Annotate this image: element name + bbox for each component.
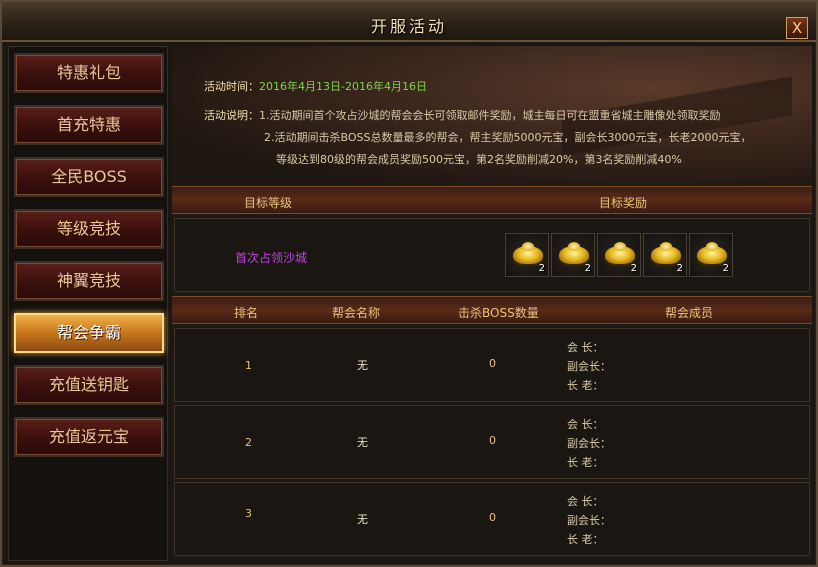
col-guild-members: 帮会成员 bbox=[665, 306, 714, 320]
col-guild-name: 帮会名称 bbox=[332, 306, 381, 320]
title-bar[interactable]: 开服活动 X bbox=[2, 2, 816, 42]
kill-count: 0 bbox=[489, 434, 496, 447]
reward-table-header: 目标等级 目标奖励 bbox=[172, 186, 812, 214]
guild-name: 无 bbox=[357, 513, 368, 526]
reward-slot[interactable]: 2 bbox=[551, 233, 595, 277]
gold-ingot-icon bbox=[559, 242, 589, 264]
rank-number: 2 bbox=[245, 436, 252, 449]
desc-line-1: 1.活动期间首个攻占沙城的帮会会长可领取邮件奖励，城主每日可在盟重省城主雕像处领… bbox=[259, 109, 721, 122]
event-banner: 活动时间：2016年4月13日-2016年4月16日 活动说明：1.活动期间首个… bbox=[172, 46, 812, 186]
col-target-reward: 目标奖励 bbox=[599, 196, 648, 210]
sidebar-item-world-boss[interactable]: 全民BOSS bbox=[14, 157, 164, 197]
table-row: 2 无 0 会 长： 副会长： 长 老： bbox=[174, 405, 810, 479]
time-value: 2016年4月13日-2016年4月16日 bbox=[259, 80, 427, 93]
gold-ingot-icon bbox=[697, 242, 727, 264]
sidebar-item-first-recharge[interactable]: 首充特惠 bbox=[14, 105, 164, 145]
gold-ingot-icon bbox=[605, 242, 635, 264]
rank-number: 1 bbox=[245, 359, 252, 372]
sidebar-item-level-contest[interactable]: 等级竞技 bbox=[14, 209, 164, 249]
col-boss-kills: 击杀BOSS数量 bbox=[458, 306, 539, 320]
rank-table-header: 排名 帮会名称 击杀BOSS数量 帮会成员 bbox=[172, 296, 812, 324]
time-row: 活动时间：2016年4月13日-2016年4月16日 bbox=[204, 78, 427, 94]
sidebar-item-recharge-ingots[interactable]: 充值返元宝 bbox=[14, 417, 164, 457]
reward-target-label: 首次占领沙城 bbox=[235, 251, 308, 265]
member-vice: 副会长： bbox=[567, 437, 611, 450]
member-vice: 副会长： bbox=[567, 360, 611, 373]
item-count: 2 bbox=[630, 263, 637, 274]
member-leader: 会 长： bbox=[567, 341, 604, 354]
reward-slot[interactable]: 2 bbox=[643, 233, 687, 277]
close-button[interactable]: X bbox=[786, 17, 808, 39]
guild-name: 无 bbox=[357, 359, 368, 372]
item-count: 2 bbox=[722, 263, 729, 274]
sidebar-item-wing-contest[interactable]: 神翼竞技 bbox=[14, 261, 164, 301]
sidebar: 特惠礼包 首充特惠 全民BOSS 等级竞技 神翼竞技 帮会争霸 充值送钥匙 充值… bbox=[8, 46, 168, 561]
gold-ingot-icon bbox=[513, 242, 543, 264]
table-row: 1 无 0 会 长： 副会长： 长 老： bbox=[174, 328, 810, 402]
member-elder: 长 老： bbox=[567, 456, 604, 469]
rank-number: 3 bbox=[245, 507, 252, 520]
gold-ingot-icon bbox=[651, 242, 681, 264]
reward-slot[interactable]: 2 bbox=[505, 233, 549, 277]
kill-count: 0 bbox=[489, 511, 496, 524]
table-row: 3 无 0 会 长： 副会长： 长 老： bbox=[174, 482, 810, 556]
desc-label: 活动说明： bbox=[204, 109, 259, 122]
kill-count: 0 bbox=[489, 357, 496, 370]
reward-slot[interactable]: 2 bbox=[689, 233, 733, 277]
desc-line-3: 等级达到80级的帮会成员奖励500元宝，第2名奖励削减20%，第3名奖励削减40… bbox=[276, 153, 682, 166]
desc-line-2: 2.活动期间击杀BOSS总数量最多的帮会，帮主奖励5000元宝，副会长3000元… bbox=[264, 131, 752, 144]
item-count: 2 bbox=[584, 263, 591, 274]
item-count: 2 bbox=[676, 263, 683, 274]
guild-name: 无 bbox=[357, 436, 368, 449]
member-leader: 会 长： bbox=[567, 418, 604, 431]
sidebar-item-recharge-keys[interactable]: 充值送钥匙 bbox=[14, 365, 164, 405]
desc-row-1: 活动说明：1.活动期间首个攻占沙城的帮会会长可领取邮件奖励，城主每日可在盟重省城… bbox=[204, 107, 721, 123]
member-leader: 会 长： bbox=[567, 495, 604, 508]
content-panel: 活动时间：2016年4月13日-2016年4月16日 活动说明：1.活动期间首个… bbox=[172, 46, 812, 561]
event-window: 开服活动 X 特惠礼包 首充特惠 全民BOSS 等级竞技 神翼竞技 帮会争霸 充… bbox=[0, 0, 818, 567]
member-elder: 长 老： bbox=[567, 533, 604, 546]
item-count: 2 bbox=[538, 263, 545, 274]
reward-row: 首次占领沙城 2 2 2 2 2 bbox=[174, 218, 810, 292]
reward-slot[interactable]: 2 bbox=[597, 233, 641, 277]
sidebar-item-guild-battle[interactable]: 帮会争霸 bbox=[14, 313, 164, 353]
member-vice: 副会长： bbox=[567, 514, 611, 527]
col-target-level: 目标等级 bbox=[244, 196, 293, 210]
sidebar-item-special-pack[interactable]: 特惠礼包 bbox=[14, 53, 164, 93]
col-rank: 排名 bbox=[234, 306, 259, 320]
member-elder: 长 老： bbox=[567, 379, 604, 392]
window-title: 开服活动 bbox=[370, 17, 447, 36]
time-label: 活动时间： bbox=[204, 80, 259, 93]
